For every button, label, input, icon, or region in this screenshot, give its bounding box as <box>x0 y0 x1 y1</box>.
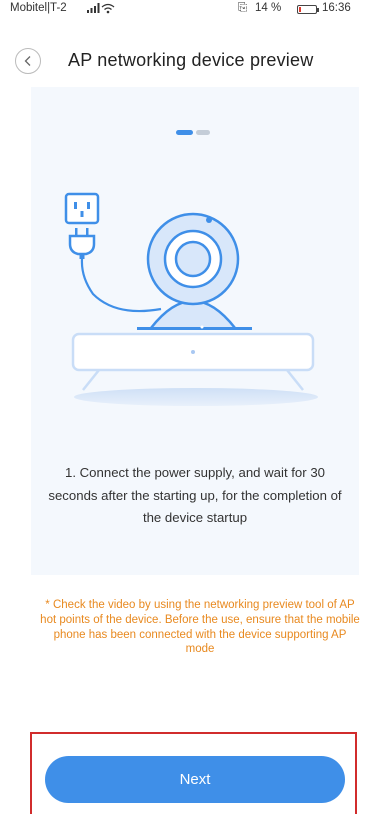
networking-tip: * Check the video by using the networkin… <box>40 599 360 656</box>
next-button-highlight: Next <box>30 732 357 814</box>
page-title: AP networking device preview <box>68 50 314 70</box>
carrier-label: Mobitel|T-2 <box>10 2 67 14</box>
battery-icon <box>297 5 319 14</box>
device-power-illustration <box>64 192 318 406</box>
clock: 16:36 <box>322 2 351 14</box>
back-button[interactable] <box>15 48 41 74</box>
carousel-dot-active <box>176 130 193 135</box>
carousel-indicator <box>176 130 216 136</box>
battery-percent: 14 % <box>255 2 282 14</box>
power-outlet-icon <box>64 192 100 225</box>
header: AP networking device preview <box>0 40 377 80</box>
onboarding-card: 1. Connect the power supply, and wait fo… <box>31 87 359 575</box>
carousel-dot <box>196 130 210 135</box>
power-plug-icon <box>68 228 96 259</box>
battery-level-fill <box>299 7 301 12</box>
wifi-icon <box>101 3 115 14</box>
tv-cabinet <box>71 332 315 391</box>
ground-shadow <box>74 388 318 406</box>
status-bar: Mobitel|T-2 ⎘ 14 % 16:36 <box>0 0 377 20</box>
step-description: 1. Connect the power supply, and wait fo… <box>48 465 342 525</box>
nfc-icon: ⎘ <box>238 2 248 14</box>
chevron-left-icon <box>24 56 31 66</box>
next-button[interactable]: Next <box>45 756 345 803</box>
